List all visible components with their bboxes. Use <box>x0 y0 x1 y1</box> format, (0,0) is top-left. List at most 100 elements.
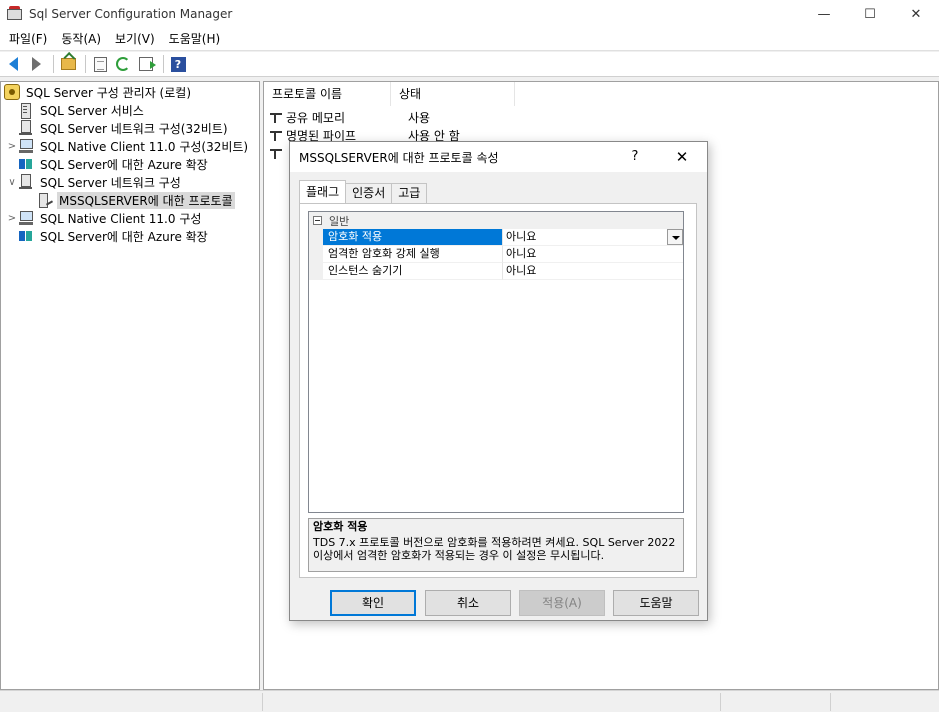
server-services-icon <box>18 102 34 119</box>
dialog-title-bar: MSSQLSERVER에 대한 프로토콜 속성 ? ✕ <box>290 142 707 172</box>
console-tree[interactable]: SQL Server 구성 관리자 (로컬) SQL Server 서비스 SQ… <box>0 81 260 690</box>
property-name[interactable]: 인스턴스 숨기기 <box>323 263 503 280</box>
tree-item-azure-extension-1[interactable]: SQL Server에 대한 Azure 확장 <box>6 155 210 173</box>
export-list-icon <box>139 57 156 71</box>
property-value-dropdown[interactable]: 아니요 <box>503 229 683 246</box>
up-one-level-button[interactable] <box>58 54 78 74</box>
network-config-icon <box>18 174 34 190</box>
menu-action[interactable]: 동작(A) <box>54 29 108 49</box>
dropdown-arrow-icon[interactable] <box>667 229 683 245</box>
property-name[interactable]: 암호화 적용 <box>323 229 503 246</box>
menu-file[interactable]: 파일(F) <box>2 29 54 49</box>
dialog-tabs: 플래그 인증서 고급 <box>299 180 428 203</box>
list-header: 프로토콜 이름 상태 <box>264 82 515 106</box>
protocol-icon <box>37 192 53 208</box>
property-category-general[interactable]: 일반 <box>309 212 683 229</box>
status-segment <box>262 693 263 711</box>
list-row-tcpip[interactable] <box>268 144 286 162</box>
tree-expander-chevron-down-icon[interactable]: ∨ <box>6 177 18 188</box>
protocol-name: 공유 메모리 <box>286 110 346 125</box>
refresh-icon <box>116 57 130 71</box>
client-config-icon <box>18 138 34 154</box>
refresh-button[interactable] <box>113 54 133 74</box>
config-manager-icon <box>4 84 20 100</box>
property-value: 아니요 <box>506 230 537 243</box>
property-value[interactable]: 아니요 <box>503 246 683 263</box>
azure-extension-icon <box>18 156 34 172</box>
tree-item-native-client-32bit[interactable]: > SQL Native Client 11.0 구성(32비트) <box>6 137 250 155</box>
minimize-button[interactable]: — <box>801 0 847 28</box>
tab-certificate[interactable]: 인증서 <box>345 183 393 203</box>
tree-item-label: SQL Server 구성 관리자 (로컬) <box>26 85 192 100</box>
row-gutter <box>309 229 323 246</box>
help-icon: ? <box>170 56 186 72</box>
menu-help[interactable]: 도움말(H) <box>162 29 228 49</box>
tree-item-azure-extension-2[interactable]: SQL Server에 대한 Azure 확장 <box>6 227 210 245</box>
network-config-icon <box>18 120 34 136</box>
maximize-button[interactable]: ☐ <box>847 0 893 28</box>
menu-bar: 파일(F) 동작(A) 보기(V) 도움말(H) <box>0 28 939 51</box>
azure-extension-icon <box>18 228 34 244</box>
properties-icon <box>93 56 107 72</box>
export-list-button[interactable] <box>136 54 156 74</box>
tree-expander-chevron-right-icon[interactable]: > <box>6 213 18 224</box>
toolbar: ? <box>0 52 939 77</box>
tab-panel-flags: 일반 암호화 적용 아니요 엄격한 암호화 강제 실행 아니요 인스턴스 숨기기… <box>299 203 697 578</box>
collapse-minus-icon[interactable] <box>313 216 322 225</box>
back-button[interactable] <box>3 54 23 74</box>
tree-item-label: SQL Server에 대한 Azure 확장 <box>40 157 208 172</box>
dialog-help-text-button[interactable]: 도움말 <box>613 590 699 616</box>
property-name[interactable]: 엄격한 암호화 강제 실행 <box>323 246 503 263</box>
column-header-protocol-name[interactable]: 프로토콜 이름 <box>264 82 391 106</box>
column-header-status[interactable]: 상태 <box>391 82 515 106</box>
list-row-shared-memory[interactable]: 공유 메모리 사용 <box>268 108 430 126</box>
tree-item-label: SQL Server 네트워크 구성 <box>40 175 181 190</box>
description-title: 암호화 적용 <box>313 520 368 533</box>
dialog-help-button[interactable]: ? <box>625 142 645 172</box>
tree-item-mssqlserver-protocols[interactable]: MSSQLSERVER에 대한 프로토콜 <box>25 191 235 209</box>
row-gutter <box>309 263 323 280</box>
toolbar-separator <box>85 55 86 73</box>
menu-view[interactable]: 보기(V) <box>108 29 162 49</box>
properties-button[interactable] <box>90 54 110 74</box>
tab-flags[interactable]: 플래그 <box>299 180 347 203</box>
forward-button[interactable] <box>26 54 46 74</box>
window-controls: — ☐ ✕ <box>801 0 939 28</box>
window-title: Sql Server Configuration Manager <box>29 7 233 21</box>
property-row-force-encryption[interactable]: 암호화 적용 아니요 <box>309 229 683 246</box>
tree-item-network-config[interactable]: ∨ SQL Server 네트워크 구성 <box>6 173 183 191</box>
status-segment <box>720 693 721 711</box>
ok-button[interactable]: 확인 <box>330 590 416 616</box>
dialog-title: MSSQLSERVER에 대한 프로토콜 속성 <box>299 150 499 165</box>
protocol-icon <box>268 128 284 142</box>
up-folder-icon <box>60 58 76 70</box>
row-gutter <box>309 246 323 263</box>
property-value[interactable]: 아니요 <box>503 263 683 280</box>
category-label: 일반 <box>329 214 350 228</box>
tree-item-label: SQL Native Client 11.0 구성(32비트) <box>40 139 249 154</box>
protocol-icon <box>268 110 284 124</box>
tree-item-native-client[interactable]: > SQL Native Client 11.0 구성 <box>6 209 203 227</box>
help-button[interactable]: ? <box>168 54 188 74</box>
tab-advanced[interactable]: 고급 <box>391 183 428 203</box>
property-grid[interactable]: 일반 암호화 적용 아니요 엄격한 암호화 강제 실행 아니요 인스턴스 숨기기… <box>308 211 684 513</box>
description-text: TDS 7.x 프로토콜 버전으로 암호화를 적용하려면 켜세요. SQL Se… <box>313 536 676 562</box>
cancel-button[interactable]: 취소 <box>425 590 511 616</box>
tree-item-label: SQL Native Client 11.0 구성 <box>40 211 202 226</box>
tree-item-label: SQL Server 네트워크 구성(32비트) <box>40 121 228 136</box>
tree-expander-chevron-right-icon[interactable]: > <box>6 141 18 152</box>
property-row-hide-instance[interactable]: 인스턴스 숨기기 아니요 <box>309 263 683 280</box>
property-row-force-strict-encryption[interactable]: 엄격한 암호화 강제 실행 아니요 <box>309 246 683 263</box>
toolbar-separator <box>163 55 164 73</box>
forward-arrow-icon <box>31 57 41 71</box>
close-button[interactable]: ✕ <box>893 0 939 28</box>
back-arrow-icon <box>8 57 18 71</box>
tree-item-sql-server-services[interactable]: SQL Server 서비스 <box>6 101 146 119</box>
tree-item-label: SQL Server 서비스 <box>40 103 144 118</box>
toolbar-separator <box>53 55 54 73</box>
tree-item-root[interactable]: SQL Server 구성 관리자 (로컬) <box>4 83 193 101</box>
config-manager-app-icon <box>7 6 23 22</box>
property-description-panel: 암호화 적용 TDS 7.x 프로토콜 버전으로 암호화를 적용하려면 켜세요.… <box>308 518 684 572</box>
tree-item-network-config-32bit[interactable]: SQL Server 네트워크 구성(32비트) <box>6 119 230 137</box>
dialog-close-button[interactable]: ✕ <box>669 142 695 172</box>
